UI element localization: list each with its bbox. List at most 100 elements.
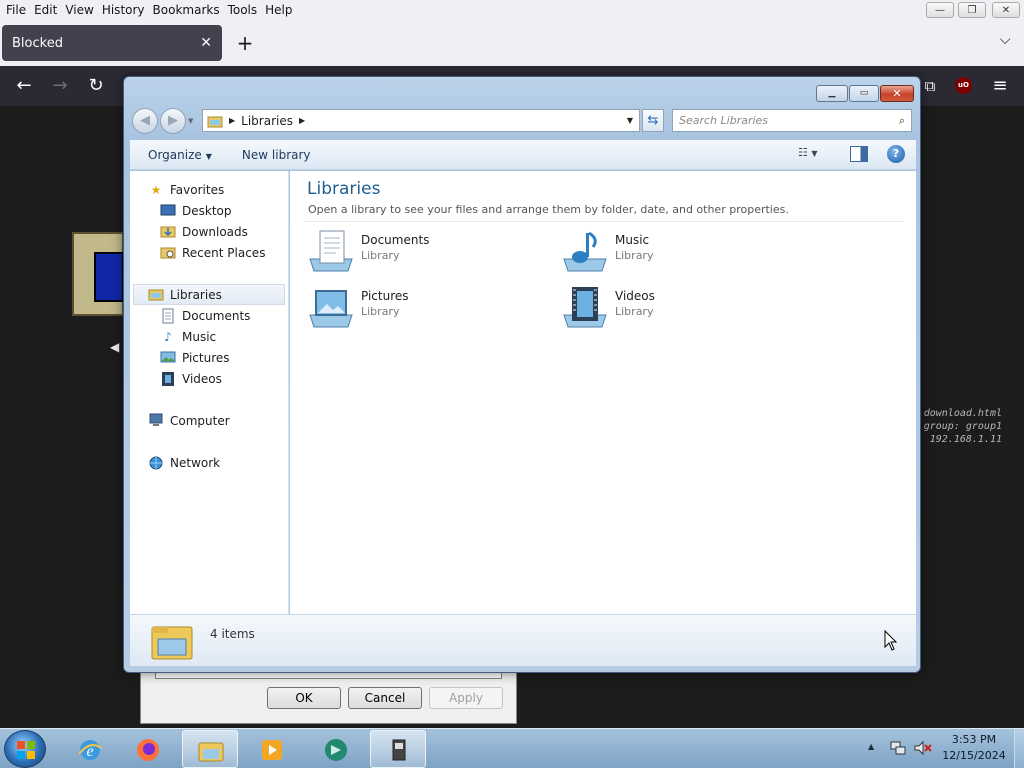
library-name: Videos — [615, 289, 655, 303]
address-dropdown-icon[interactable]: ▼ — [621, 116, 639, 125]
search-input[interactable]: Search Libraries ⌕ — [672, 109, 912, 132]
minimize-button[interactable]: ▁ — [816, 85, 848, 102]
taskbar-internet-explorer[interactable]: e — [62, 730, 118, 768]
close-button[interactable]: ✕ — [880, 85, 914, 102]
info-line-ip: 192.168.1.11 — [929, 434, 1002, 445]
taskbar-media-player[interactable] — [244, 730, 300, 768]
address-bar[interactable]: ▶ Libraries ▶ ▼ — [202, 109, 640, 132]
new-library-button[interactable]: New library — [242, 148, 311, 162]
show-desktop-button[interactable] — [1014, 729, 1024, 768]
volume-muted-icon[interactable] — [914, 740, 932, 756]
breadcrumb-libraries[interactable]: Libraries — [241, 114, 293, 128]
recent-places-icon — [160, 245, 176, 261]
menu-bookmarks[interactable]: Bookmarks — [151, 3, 226, 17]
library-name: Pictures — [361, 289, 409, 303]
app-icon — [325, 739, 347, 761]
nav-videos[interactable]: Videos — [160, 368, 222, 389]
ok-button[interactable]: OK — [267, 687, 341, 709]
windows-logo-icon — [17, 741, 35, 759]
content-pane: Libraries Open a library to see your fil… — [290, 171, 916, 614]
search-placeholder: Search Libraries — [679, 114, 769, 127]
library-videos[interactable]: Videos Library — [562, 283, 792, 333]
menu-tools[interactable]: Tools — [226, 3, 264, 17]
library-type: Library — [615, 249, 654, 262]
page-subtitle: Open a library to see your files and arr… — [308, 203, 789, 216]
divider — [304, 221, 904, 222]
search-icon: ⌕ — [898, 113, 905, 127]
nav-downloads[interactable]: Downloads — [160, 221, 248, 242]
clock-time: 3:53 PM — [951, 733, 997, 746]
nav-label: Music — [182, 329, 217, 344]
nav-music[interactable]: ♪ Music — [160, 326, 216, 347]
help-icon[interactable]: ? — [887, 145, 905, 163]
start-button[interactable] — [4, 730, 46, 768]
info-line-group: group: group1 — [923, 421, 1002, 432]
menu-help[interactable]: Help — [263, 3, 298, 17]
nav-label: Favorites — [170, 182, 225, 197]
tab-blocked[interactable]: Blocked ✕ — [2, 25, 222, 61]
nav-label: Documents — [182, 308, 251, 323]
nav-libraries[interactable]: Libraries — [133, 284, 285, 305]
taskbar-firefox[interactable] — [120, 730, 176, 768]
cancel-button[interactable]: Cancel — [348, 687, 422, 709]
library-documents[interactable]: Documents Library — [308, 227, 538, 277]
nav-pictures[interactable]: Pictures — [160, 347, 230, 368]
documents-icon — [160, 308, 176, 324]
organize-label: Organize — [148, 147, 202, 162]
taskbar-device[interactable] — [370, 730, 426, 768]
tab-title: Blocked — [12, 35, 63, 51]
library-type: Library — [361, 305, 400, 318]
new-tab-button[interactable]: + — [234, 32, 256, 54]
nav-label: Computer — [170, 413, 230, 428]
forward-button[interactable]: ▶ — [160, 108, 186, 134]
puzzle-icon[interactable]: ⧉ — [918, 74, 942, 98]
nav-network[interactable]: Network — [148, 452, 220, 473]
nav-favorites[interactable]: ★ Favorites — [148, 179, 225, 200]
library-music[interactable]: Music Library — [562, 227, 792, 277]
preview-pane-icon[interactable] — [850, 146, 868, 162]
menu-edit[interactable]: Edit — [32, 3, 63, 17]
page-info-text: download.html group: group1 192.168.1.11 — [910, 407, 1002, 446]
back-button[interactable]: ◀ — [132, 108, 158, 134]
change-view-button[interactable]: ☷ ▼ — [798, 146, 832, 164]
media-player-icon — [262, 740, 282, 760]
tab-close-button[interactable]: ✕ — [200, 35, 212, 51]
back-arrow-icon[interactable]: ← — [12, 74, 36, 98]
clock[interactable]: 3:53 PM 12/15/2024 — [938, 732, 1010, 764]
taskbar-explorer[interactable] — [182, 730, 238, 768]
taskbar-app[interactable] — [308, 730, 364, 768]
breadcrumb-arrow-icon[interactable]: ▶ — [299, 116, 305, 125]
nav-documents[interactable]: Documents — [160, 305, 250, 326]
browser-minimize-button[interactable]: — — [926, 2, 954, 18]
device-icon — [392, 739, 406, 761]
menu-view[interactable]: View — [63, 3, 99, 17]
hamburger-icon[interactable]: ≡ — [988, 74, 1012, 98]
refresh-button[interactable]: ⇆ — [642, 109, 664, 132]
maximize-button[interactable]: ▭ — [849, 85, 879, 102]
recent-pages-chevron-icon[interactable]: ▼ — [188, 117, 193, 125]
library-pictures[interactable]: Pictures Library — [308, 283, 538, 333]
menu-history[interactable]: History — [100, 3, 151, 17]
desktop-icon — [160, 203, 176, 219]
file-explorer-icon — [198, 742, 224, 762]
organize-button[interactable]: Organize ▼ — [148, 148, 212, 162]
show-hidden-icons-button[interactable]: ▲ — [868, 742, 874, 751]
forward-arrow-icon[interactable]: → — [48, 74, 72, 98]
tab-list-button[interactable]: ⌵ — [994, 32, 1016, 54]
dropdown-arrow-icon: ▼ — [205, 151, 212, 161]
menu-file[interactable]: File — [4, 3, 32, 17]
apply-button[interactable]: Apply — [429, 687, 503, 709]
nav-computer[interactable]: Computer — [148, 410, 230, 431]
ublock-origin-icon[interactable]: uO — [955, 77, 972, 94]
browser-close-button[interactable]: ✕ — [992, 2, 1020, 18]
downloads-folder-icon — [160, 224, 176, 240]
nav-desktop[interactable]: Desktop — [160, 200, 232, 221]
command-bar: Organize ▼ New library ☷ ▼ ? — [130, 140, 916, 170]
pictures-library-icon — [309, 290, 353, 328]
network-tray-icon[interactable] — [890, 740, 906, 756]
nav-recent-places[interactable]: Recent Places — [160, 242, 265, 263]
browser-restore-button[interactable]: ❐ — [958, 2, 986, 18]
view-icon: ☷ — [798, 146, 808, 159]
libraries-folder-icon — [148, 287, 164, 303]
reload-icon[interactable]: ↻ — [84, 74, 108, 98]
